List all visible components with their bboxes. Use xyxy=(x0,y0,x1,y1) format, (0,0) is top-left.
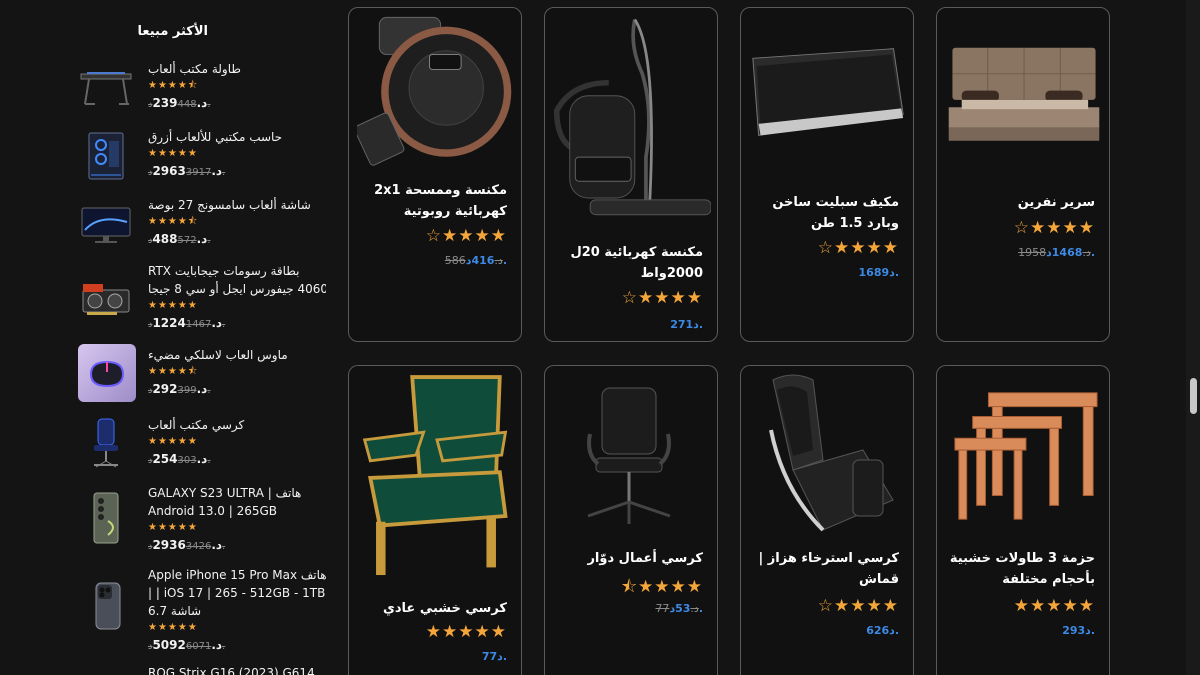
rating-stars: ⯪★★★★ xyxy=(620,577,703,597)
rating-stars: ★★★★⯪ xyxy=(148,80,199,91)
rating-stars: ☆★★★★ xyxy=(621,288,703,308)
rating-stars: ★★★★★ xyxy=(148,148,198,159)
product-card[interactable]: كرسي استرخاء هزاز | قماش ☆★★★★ 626د. xyxy=(740,365,914,675)
gaming-chair-thumbnail[interactable] xyxy=(78,416,134,472)
best-seller-name[interactable]: ROG Strix G16 (2023) G614 xyxy=(148,664,326,675)
best-seller-name[interactable]: حاسب مكتبي للألعاب أزرق xyxy=(148,128,326,146)
vacuum-cleaner-image[interactable] xyxy=(553,10,711,228)
product-card[interactable]: كرسي أعمال دوّار ⯪★★★★ 77د.53د. xyxy=(544,365,718,675)
air-conditioner-image[interactable] xyxy=(749,38,907,148)
office-chair-image[interactable] xyxy=(553,384,711,534)
rating-stars: ★★★★★ xyxy=(148,622,198,633)
current-price: 77د. xyxy=(481,650,507,663)
gaming-pc-thumbnail[interactable] xyxy=(78,128,134,184)
product-title[interactable]: حزمة 3 طاولات خشبية بأحجام مختلفة xyxy=(945,548,1095,590)
best-sellers-sidebar: الأكثر مبيعا طاولة مكتب ألعاب ★★★★⯪ د.23… xyxy=(76,14,326,675)
product-title[interactable]: كرسي أعمال دوّار xyxy=(553,548,703,569)
best-seller-name[interactable]: شاشة ألعاب سامسونج 27 بوصة xyxy=(148,196,326,214)
rating-stars: ★★★★★ xyxy=(148,522,198,533)
monitor-thumbnail[interactable] xyxy=(78,196,134,252)
scrollbar-thumb[interactable] xyxy=(1190,378,1197,414)
best-seller-name[interactable]: هاتف Apple iPhone 15 Pro Max | iOS 17 | … xyxy=(148,566,326,620)
rating-stars: ★★★★★ xyxy=(148,300,198,311)
product-title[interactable]: مكنسة كهربائية 20ل 2000واط xyxy=(553,242,703,284)
product-card[interactable]: مكنسة وممسحة 2x1 كهربائية روبوتية ☆★★★★ … xyxy=(348,7,522,342)
product-title[interactable]: مكيف سبليت ساخن وبارد 1.5 طن xyxy=(749,192,899,234)
product-title[interactable]: سرير نفرين xyxy=(945,192,1095,213)
massage-chair-image[interactable] xyxy=(749,370,907,536)
wooden-tables-image[interactable] xyxy=(945,386,1103,526)
mouse-thumbnail[interactable] xyxy=(78,344,136,402)
rating-stars: ☆★★★★ xyxy=(817,238,899,258)
page-scrollbar[interactable] xyxy=(1186,0,1200,675)
product-card[interactable]: حزمة 3 طاولات خشبية بأحجام مختلفة ★★★★★ … xyxy=(936,365,1110,675)
best-sellers-title: الأكثر مبيعا xyxy=(137,24,209,39)
rating-stars: ★★★★★ xyxy=(425,622,507,642)
rating-stars: ☆★★★★ xyxy=(1013,218,1095,238)
current-price: 626د. xyxy=(866,624,899,637)
rating-stars: ☆★★★★ xyxy=(817,596,899,616)
product-card[interactable]: سرير نفرين ☆★★★★ 1958د.1468د. xyxy=(936,7,1110,342)
current-price: 53د. xyxy=(669,602,703,615)
bed-image[interactable] xyxy=(945,38,1103,158)
rating-stars: ★★★★⯪ xyxy=(148,366,199,377)
gaming-desk-thumbnail[interactable] xyxy=(78,60,134,116)
best-seller-name[interactable]: ماوس العاب لاسلكي مضيء xyxy=(148,346,326,364)
graphics-card-thumbnail[interactable] xyxy=(78,272,134,328)
rating-stars: ★★★★★ xyxy=(148,436,198,447)
product-title[interactable]: كرسي استرخاء هزاز | قماش xyxy=(749,548,899,590)
product-title[interactable]: مكنسة وممسحة 2x1 كهربائية روبوتية xyxy=(357,180,507,222)
rating-stars: ★★★★★ xyxy=(1013,596,1095,616)
product-title[interactable]: كرسي خشبي عادي xyxy=(357,598,507,619)
rating-stars: ★★★★⯪ xyxy=(148,216,199,227)
product-card[interactable]: كرسي خشبي عادي ★★★★★ 77د. xyxy=(348,365,522,675)
wooden-chair-image[interactable] xyxy=(357,368,515,586)
current-price: 271د. xyxy=(670,318,703,331)
robot-vacuum-image[interactable] xyxy=(357,8,515,168)
phone-galaxy-thumbnail[interactable] xyxy=(78,490,134,546)
best-seller-name[interactable]: بطاقة رسومات جيجابايت RTX 4060 جيفورس اي… xyxy=(148,262,326,298)
product-card[interactable]: مكيف سبليت ساخن وبارد 1.5 طن ☆★★★★ 1689د… xyxy=(740,7,914,342)
best-seller-name[interactable]: كرسي مكتب ألعاب xyxy=(148,416,326,434)
best-seller-name[interactable]: هاتف GALAXY S23 ULTRA | Android 13.0 | 2… xyxy=(148,484,326,520)
product-card[interactable]: مكنسة كهربائية 20ل 2000واط ☆★★★★ 271د. xyxy=(544,7,718,342)
current-price: 293د. xyxy=(1062,624,1095,637)
rating-stars: ☆★★★★ xyxy=(425,226,507,246)
phone-iphone-thumbnail[interactable] xyxy=(78,578,134,634)
current-price: 1689د. xyxy=(858,266,899,279)
best-seller-name[interactable]: طاولة مكتب ألعاب xyxy=(148,60,326,78)
